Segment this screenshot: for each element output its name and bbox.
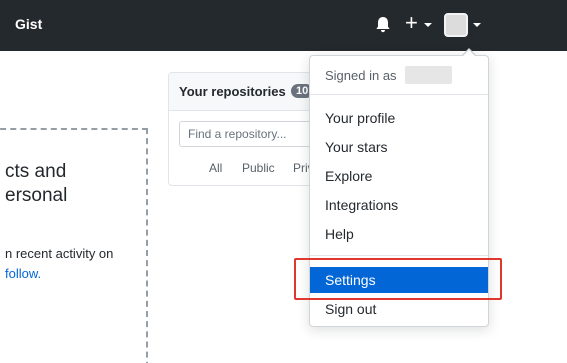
repositories-card: Your repositories 10 All Public Priv — [168, 72, 318, 186]
repositories-header: Your repositories 10 — [169, 73, 317, 111]
signed-in-label: Signed in as — [325, 68, 397, 83]
dropdown-divider — [310, 255, 488, 256]
settings-highlight-box — [294, 258, 502, 300]
repository-search-input[interactable] — [179, 121, 317, 147]
onboarding-heading-line-2: ersonal — [5, 185, 68, 206]
dropdown-divider — [310, 94, 488, 95]
follow-link[interactable]: follow. — [5, 264, 145, 284]
chevron-down-icon — [473, 23, 481, 27]
onboarding-heading: cts and ersonal — [5, 160, 145, 208]
onboarding-text: n recent activity on follow. — [5, 244, 145, 284]
plus-icon: + — [405, 10, 418, 35]
menu-item-your-stars[interactable]: Your stars — [310, 134, 488, 160]
menu-item-your-profile[interactable]: Your profile — [310, 105, 488, 131]
menu-item-help[interactable]: Help — [310, 221, 488, 247]
chevron-down-icon — [424, 23, 432, 27]
repositories-title: Your repositories — [179, 84, 286, 99]
menu-item-explore[interactable]: Explore — [310, 163, 488, 189]
repository-filters: All Public Priv — [169, 161, 317, 179]
bell-icon[interactable] — [373, 15, 393, 35]
user-menu-button[interactable] — [444, 13, 484, 37]
menu-item-integrations[interactable]: Integrations — [310, 192, 488, 218]
dropdown-caret-inner — [463, 50, 475, 56]
top-navigation-bar: Gist + — [0, 0, 567, 51]
signed-in-username-redacted — [405, 66, 452, 84]
filter-public[interactable]: Public — [242, 161, 275, 175]
onboarding-heading-line-1: cts and — [5, 161, 67, 182]
avatar — [444, 13, 468, 37]
onboarding-text-line-1: n recent activity on — [5, 246, 114, 261]
filter-all[interactable]: All — [209, 161, 222, 175]
gist-logo-link[interactable]: Gist — [15, 16, 42, 32]
create-new-button[interactable]: + — [405, 10, 435, 36]
